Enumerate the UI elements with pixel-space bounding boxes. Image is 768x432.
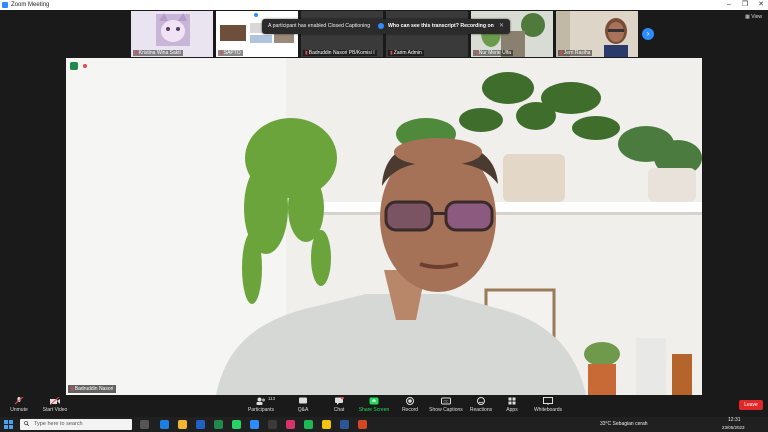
participant-name: ▮Kristina Wina Sakti: [133, 50, 183, 56]
reactions-button[interactable]: Reactions: [468, 397, 494, 413]
window-titlebar: Zoom Meeting – ❐ ✕: [0, 0, 768, 10]
clock-time[interactable]: 12:31: [728, 417, 741, 424]
qa-button[interactable]: Q&A: [292, 397, 314, 413]
share-screen-button[interactable]: Share Screen: [358, 397, 390, 413]
captions-icon: CC: [441, 397, 451, 405]
mic-muted-icon: ▮: [71, 386, 74, 392]
mic-muted-icon: ▮: [560, 50, 563, 56]
whiteboards-label: Whiteboards: [533, 407, 563, 413]
apps-label: Apps: [506, 407, 518, 413]
mic-muted-icon: ▮: [475, 50, 478, 56]
reactions-label: Reactions: [469, 407, 493, 413]
word-icon[interactable]: [196, 420, 205, 429]
record-icon: [406, 397, 414, 405]
mic-muted-icon: ▮: [305, 50, 308, 56]
participant-name: ▮SAPTO: [218, 50, 243, 56]
whatsapp-icon[interactable]: [232, 420, 241, 429]
caption-notification-banner: A participant has enabled Closed Caption…: [262, 19, 510, 34]
mic-muted-icon: [14, 397, 24, 405]
instagram-icon[interactable]: [286, 420, 295, 429]
taskbar-search-input[interactable]: Type here to search: [20, 419, 132, 430]
svg-text:CC: CC: [443, 400, 449, 404]
participant-gallery: ▮Kristina Wina Sakti ▮SAPTO ▮Badruddin N…: [0, 10, 768, 58]
zoom-taskbar-icon[interactable]: [250, 420, 259, 429]
clock-date[interactable]: 23/05/2023: [722, 424, 745, 431]
mic-muted-icon: ▮: [220, 50, 223, 56]
leave-button[interactable]: Leave: [739, 400, 763, 410]
participant-tile[interactable]: ▮Kristina Wina Sakti: [131, 11, 213, 57]
active-speaker-name: ▮Badruddin Nasori: [68, 385, 117, 393]
qa-icon: [299, 397, 307, 404]
banner-message: A participant has enabled Closed Caption…: [268, 23, 371, 29]
speaker-video-feed: [66, 58, 702, 395]
window-title: Zoom Meeting: [11, 2, 50, 8]
participant-tile[interactable]: ▮Jerri Rasiha: [556, 11, 638, 57]
active-speaker-video: ▮Badruddin Nasori: [66, 58, 702, 395]
unmute-label: Unmute: [10, 407, 28, 413]
record-button[interactable]: Record: [398, 397, 422, 413]
participant-tile[interactable]: ▮SAPTO: [216, 11, 298, 57]
excel-icon[interactable]: [214, 420, 223, 429]
search-placeholder: Type here to search: [34, 421, 83, 427]
participant-tile[interactable]: ▮Nur Merie Ulfa: [471, 11, 553, 57]
participants-count: 113: [268, 396, 276, 401]
start-video-button[interactable]: Start Video: [40, 397, 70, 413]
task-view-icon[interactable]: [140, 420, 149, 429]
close-banner-button[interactable]: ✕: [499, 19, 504, 34]
record-label: Record: [401, 407, 419, 413]
chat-button[interactable]: Chat: [328, 397, 350, 413]
chrome-icon[interactable]: [322, 420, 331, 429]
powerpoint-icon[interactable]: [358, 420, 367, 429]
weather-widget[interactable]: 33°C Sebagian cerah: [600, 421, 648, 428]
whiteboards-button[interactable]: Whiteboards: [532, 397, 564, 413]
participant-name: ▮Badruddin Nasori PB/Komisi I: [303, 50, 377, 56]
show-captions-label: Show Captions: [429, 407, 463, 413]
chat-icon: [335, 397, 344, 405]
share-screen-icon: [369, 397, 379, 405]
chat-label: Chat: [333, 407, 345, 413]
close-window-button[interactable]: ✕: [754, 0, 768, 10]
edge-icon[interactable]: [160, 420, 169, 429]
apps-icon: [508, 397, 516, 405]
meeting-toolbar: Unmute Start Video Participants 113 Q&A …: [0, 395, 768, 417]
minimize-button[interactable]: –: [722, 0, 736, 10]
spotify-icon[interactable]: [304, 420, 313, 429]
mic-muted-icon: ▮: [135, 50, 138, 56]
encryption-shield-icon[interactable]: [70, 62, 78, 70]
zoom-app-icon: [2, 2, 8, 8]
info-icon: [377, 22, 384, 29]
participants-label: Participants: [247, 407, 275, 413]
start-video-label: Start Video: [42, 407, 68, 413]
qa-label: Q&A: [297, 407, 309, 413]
recording-indicator-icon: [83, 64, 87, 68]
participant-name: ▮Zarim Admin: [388, 50, 424, 56]
whiteboard-icon: [543, 397, 553, 405]
search-icon: [24, 421, 29, 426]
windows-taskbar: Type here to search 33°C Sebagian cerah …: [0, 417, 768, 432]
apps-button[interactable]: Apps: [502, 397, 522, 413]
show-captions-button[interactable]: CC Show Captions: [428, 397, 464, 413]
file-explorer-icon[interactable]: [178, 420, 187, 429]
maximize-button[interactable]: ❐: [738, 0, 752, 10]
participants-icon: [256, 397, 265, 405]
view-button[interactable]: ▦ View: [745, 14, 762, 20]
reactions-icon: [477, 397, 485, 405]
participant-tile[interactable]: ▮Badruddin Nasori PB/Komisi I: [301, 11, 383, 57]
share-screen-label: Share Screen: [358, 407, 390, 413]
windows-start-icon[interactable]: [4, 420, 13, 429]
participant-name: ▮Nur Merie Ulfa: [473, 50, 513, 56]
unmute-button[interactable]: Unmute: [8, 397, 30, 413]
participant-tile[interactable]: ▮Zarim Admin: [386, 11, 468, 57]
next-page-button[interactable]: ›: [642, 28, 654, 40]
mic-muted-icon: ▮: [390, 50, 393, 56]
tiktok-icon[interactable]: [268, 420, 277, 429]
banner-question-link[interactable]: Who can see this transcript? Recording o…: [388, 23, 494, 29]
participant-name: ▮Jerri Rasiha: [558, 50, 593, 56]
outlook-icon[interactable]: [340, 420, 349, 429]
video-off-icon: [50, 397, 60, 405]
